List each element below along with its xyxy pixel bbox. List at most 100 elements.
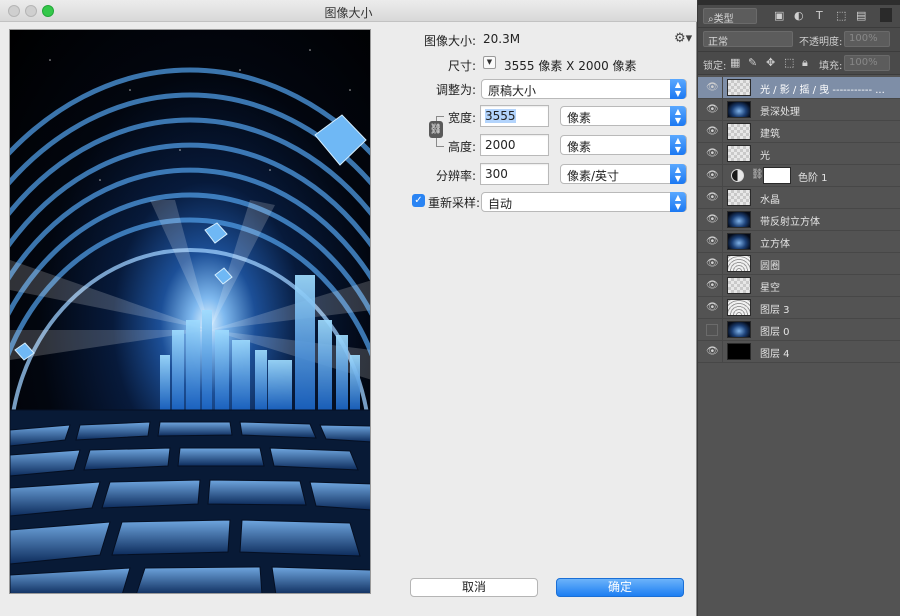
eye-icon[interactable]: 👁︎ [706,126,719,138]
eye-icon[interactable]: 👁︎ [706,214,719,226]
image-preview[interactable] [9,29,371,594]
image-size-dialog: 图像大小 图像大小: 20.3M ⚙▾ 尺寸: ▼ 3555 像素 X 2000… [0,0,697,616]
layer-row[interactable]: 👁︎ 光 / 影 / 摇 / 曳 ----------- ... [698,77,900,99]
eye-icon[interactable]: 👁︎ [706,346,719,358]
layer-row[interactable]: 👁︎ 圆圈 [698,253,900,275]
layer-name: 图层 3 [760,305,790,316]
layer-row[interactable]: 图层 0 [698,319,900,341]
eye-icon[interactable]: 👁︎ [706,302,719,314]
height-value: 2000 [485,138,516,152]
layer-row[interactable]: 👁︎ 水晶 [698,187,900,209]
select-arrows-icon: ▲ ▼ [670,164,686,184]
lock-image-icon[interactable]: ✎ [748,56,757,69]
lock-label: 锁定: [703,61,727,72]
layer-name: 立方体 [760,239,790,250]
blend-row: 正常 不透明度: 100% [698,28,900,52]
filter-type-icon[interactable]: T [816,9,823,22]
resample-select[interactable]: 自动 ▲ ▼ [481,192,687,212]
layer-thumbnail [727,299,751,316]
fit-to-label: 调整为: [435,83,476,97]
title-bar[interactable]: 图像大小 [0,0,697,22]
resolution-input[interactable]: 300 [480,163,549,185]
layer-row[interactable]: 👁︎ 立方体 [698,231,900,253]
resolution-label: 分辨率: [435,169,476,183]
resample-value: 自动 [488,197,513,211]
levels-adjustment-icon [731,169,744,182]
layer-name: 水晶 [760,195,780,206]
blend-mode-select[interactable]: 正常 [703,31,793,48]
dimensions-value: 3555 像素 X 2000 像素 [504,59,637,73]
eye-icon[interactable]: 👁︎ [706,148,719,160]
ok-button[interactable]: 确定 [556,578,684,597]
opacity-value: 100% [849,33,878,44]
layer-name: 景深处理 [760,107,800,118]
layer-name: 圆圈 [760,261,780,272]
lock-artboard-icon[interactable]: ⬚ [784,56,794,69]
layer-thumbnail [727,233,751,250]
filter-shape-icon[interactable]: ⬚ [836,9,846,22]
height-input[interactable]: 2000 [480,134,549,156]
filter-kind-select[interactable]: ⌕类型 [703,8,757,25]
layer-name: 光 [760,151,770,162]
layer-row[interactable]: 👁︎ 光 [698,143,900,165]
layer-thumbnail [727,321,751,338]
layer-name: 星空 [760,283,780,294]
opacity-label: 不透明度: [799,37,843,48]
image-size-value: 20.3M [483,32,521,46]
layer-mask-thumbnail[interactable] [763,167,791,184]
eye-icon[interactable]: 👁︎ [706,280,719,292]
width-unit-value: 像素 [567,111,592,125]
layers-panel: ⌕类型 ▣ ◐ T ⬚ ▤ 正常 不透明度: 100% 锁定: ▦ ✎ ✥ ⬚ … [698,0,900,616]
lock-row: 锁定: ▦ ✎ ✥ ⬚ 🔒︎ 填充: 100% [698,52,900,75]
height-unit-select[interactable]: 像素 ▲ ▼ [560,135,687,155]
layer-row[interactable]: 👁︎ ⛓ 色阶 1 [698,165,900,187]
filter-kind-value: 类型 [713,14,734,25]
filter-toggle-icon[interactable] [880,8,892,22]
gear-icon[interactable]: ⚙▾ [674,31,692,46]
eye-icon[interactable]: 👁︎ [706,82,719,94]
opacity-input[interactable]: 100% [844,31,890,47]
eye-icon[interactable]: 👁︎ [706,192,719,204]
layer-row[interactable]: 👁︎ 星空 [698,275,900,297]
constrain-proportions-link-icon[interactable]: ⛓ [429,121,443,138]
layer-name: 图层 4 [760,349,790,360]
filter-adjustment-icon[interactable]: ◐ [794,9,804,22]
layer-filter-row: ⌕类型 ▣ ◐ T ⬚ ▤ [698,5,900,28]
layer-row[interactable]: 👁︎ 图层 4 [698,341,900,363]
eye-icon[interactable]: 👁︎ [706,236,719,248]
lock-all-icon[interactable]: 🔒︎ [802,56,808,70]
width-unit-select[interactable]: 像素 ▲ ▼ [560,106,687,126]
resample-checkbox[interactable]: ✓ [412,194,425,207]
select-arrows-icon: ▲ ▼ [670,192,686,212]
filter-smart-object-icon[interactable]: ▤ [856,9,866,22]
mask-link-icon[interactable]: ⛓ [751,169,764,180]
layer-row[interactable]: 👁︎ 景深处理 [698,99,900,121]
layer-row[interactable]: 👁︎ 建筑 [698,121,900,143]
eye-icon[interactable]: 👁︎ [706,104,719,116]
dimensions-dropdown-icon[interactable]: ▼ [483,56,496,69]
layer-name: 光 / 影 / 摇 / 曳 ----------- ... [760,85,885,96]
width-input[interactable]: 3555 [480,105,549,127]
eye-hidden-icon[interactable] [706,324,718,336]
lock-transparency-icon[interactable]: ▦ [730,56,740,69]
eye-icon[interactable]: 👁︎ [706,170,719,182]
resolution-unit-select[interactable]: 像素/英寸 ▲ ▼ [560,164,687,184]
layer-row[interactable]: 👁︎ 图层 3 [698,297,900,319]
layer-name: 图层 0 [760,327,790,338]
layer-thumbnail [727,123,751,140]
fill-label: 填充: [819,61,843,72]
layer-row[interactable]: 👁︎ 带反射立方体 [698,209,900,231]
width-value: 3555 [485,109,516,123]
lock-position-icon[interactable]: ✥ [766,56,775,69]
cancel-button[interactable]: 取消 [410,578,538,597]
fill-value: 100% [849,57,878,68]
resample-label: 重新采样: [428,196,481,210]
fill-input[interactable]: 100% [844,55,890,71]
filter-pixel-icon[interactable]: ▣ [774,9,784,22]
layer-thumbnail [727,101,751,118]
select-arrows-icon: ▲ ▼ [670,135,686,155]
height-label: 高度: [447,140,476,154]
dialog-title: 图像大小 [324,6,373,20]
eye-icon[interactable]: 👁︎ [706,258,719,270]
fit-to-select[interactable]: 原稿大小 ▲ ▼ [481,79,687,99]
